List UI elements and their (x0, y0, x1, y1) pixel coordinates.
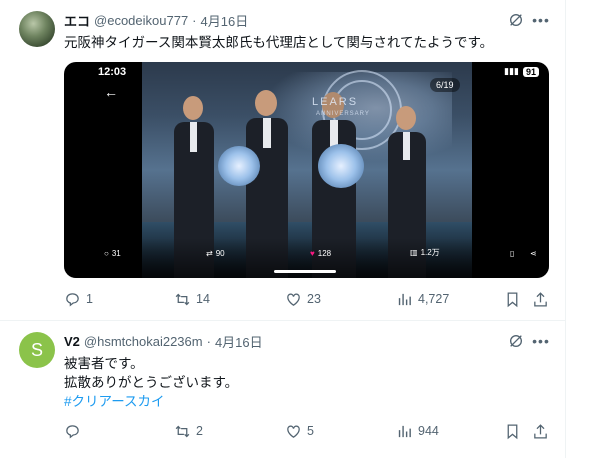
battery-level: 91 (522, 66, 539, 77)
media-like-count: 128 (317, 249, 332, 258)
like-button[interactable]: 23 (285, 289, 321, 309)
media-share-icon: ⋖ (530, 249, 537, 258)
view-count: 944 (418, 424, 439, 438)
retweet-button[interactable]: 14 (174, 289, 210, 309)
timestamp[interactable]: 4月16日 (201, 11, 249, 30)
more-icon[interactable]: ••• (532, 333, 550, 349)
retweet-icon (175, 293, 190, 305)
user-handle[interactable]: @hsmtchokai2236m (84, 334, 203, 349)
media-overlay-actions: ○ 31 ⇄ 90 ♥ 128 ▥ 1.2万 ▯ ⋖ (64, 238, 549, 278)
tweet-text-line: 被害者です。 (64, 356, 144, 371)
tweet-header: エコ @ecodeikou777 · 4月16日 (64, 11, 248, 29)
like-count: 5 (307, 424, 314, 438)
reply-icon (66, 424, 79, 438)
bookmark-button[interactable] (504, 421, 521, 441)
display-name[interactable]: V2 (64, 334, 80, 349)
tweet-text-line: 元阪神タイガース関本賢太郎氏も代理店として関与されてたようです。 (64, 35, 494, 50)
views-icon (398, 425, 411, 437)
media-bookmark-icon: ▯ (510, 249, 515, 258)
photo-counter: 6/19 (430, 78, 460, 92)
timeline: エコ @ecodeikou777 · 4月16日 ••• 元阪神タイガース関本賢… (0, 0, 566, 458)
tweet-media[interactable]: LEARS ANNIVERSARY 12:03 ▮▮▮ 91 ← 6/19 ○ … (64, 62, 549, 278)
share-button[interactable] (532, 289, 549, 309)
views-button[interactable]: 4,727 (396, 289, 449, 309)
view-count: 4,727 (418, 292, 450, 306)
media-reply-count: 31 (111, 249, 121, 258)
retweet-count: 14 (196, 292, 210, 306)
views-icon (398, 293, 411, 305)
display-name[interactable]: エコ (64, 11, 90, 30)
like-icon (287, 293, 300, 306)
reply-icon (66, 292, 79, 306)
bouquet (218, 146, 260, 186)
avatar[interactable]: S (19, 332, 55, 368)
home-indicator (274, 270, 336, 273)
reply-button[interactable]: 1 (64, 289, 93, 309)
bookmark-icon (507, 291, 518, 307)
share-button[interactable] (532, 421, 549, 441)
reply-count: 1 (86, 292, 93, 306)
back-arrow-icon: ← (104, 84, 118, 100)
photo-banner-text: LEARS (312, 96, 359, 108)
avatar[interactable] (19, 11, 55, 47)
media-retweet: ⇄ 90 (206, 249, 225, 258)
like-count: 23 (307, 292, 321, 306)
retweet-count: 2 (196, 424, 203, 438)
media-view-count: 1.2万 (420, 248, 440, 257)
views-icon: ▥ (410, 248, 418, 257)
separator-dot: · (192, 12, 197, 28)
bookmark-icon (507, 423, 518, 439)
tweet-text: 被害者です。 拡散ありがとうございます。 #クリアースカイ (64, 354, 238, 411)
retweet-icon: ⇄ (206, 249, 213, 258)
media-retweet-count: 90 (215, 249, 225, 258)
heart-icon: ♥ (310, 249, 315, 258)
retweet-button[interactable]: 2 (174, 421, 203, 441)
media-reply: ○ 31 (104, 249, 121, 258)
tweet[interactable]: エコ @ecodeikou777 · 4月16日 ••• 元阪神タイガース関本賢… (0, 0, 566, 321)
status-indicators: ▮▮▮ 91 (504, 66, 539, 77)
tweet[interactable]: S V2 @hsmtchokai2236m · 4月16日 ••• 被害者です。… (0, 321, 566, 458)
grok-icon[interactable] (508, 12, 524, 28)
tweet-header: V2 @hsmtchokai2236m · 4月16日 (64, 332, 263, 350)
bouquet (318, 144, 364, 188)
retweet-icon (175, 425, 190, 437)
media-views: ▥ 1.2万 (410, 247, 440, 258)
photo-banner-subtext: ANNIVERSARY (316, 111, 370, 117)
tweet-text: 元阪神タイガース関本賢太郎氏も代理店として関与されてたようです。 (64, 33, 493, 52)
tweet-text-line: 拡散ありがとうございます。 (64, 375, 239, 390)
views-button[interactable]: 944 (396, 421, 439, 441)
signal-icon: ▮▮▮ (504, 66, 519, 76)
tweet-actions: 1 14 23 4,727 (64, 289, 548, 309)
grok-icon[interactable] (508, 333, 524, 349)
more-icon[interactable]: ••• (532, 12, 550, 28)
tweet-actions: 2 5 944 (64, 421, 548, 441)
separator-dot: · (206, 333, 211, 349)
reply-icon: ○ (104, 249, 109, 258)
user-handle[interactable]: @ecodeikou777 (94, 13, 188, 28)
status-time: 12:03 (98, 66, 127, 78)
share-icon (534, 291, 547, 307)
bookmark-button[interactable] (504, 289, 521, 309)
hashtag-link[interactable]: #クリアースカイ (64, 392, 238, 411)
share-icon (534, 423, 547, 439)
like-icon (287, 425, 300, 438)
media-like: ♥ 128 (310, 249, 331, 258)
like-button[interactable]: 5 (285, 421, 314, 441)
reply-button[interactable] (64, 421, 86, 441)
timestamp[interactable]: 4月16日 (215, 332, 263, 351)
